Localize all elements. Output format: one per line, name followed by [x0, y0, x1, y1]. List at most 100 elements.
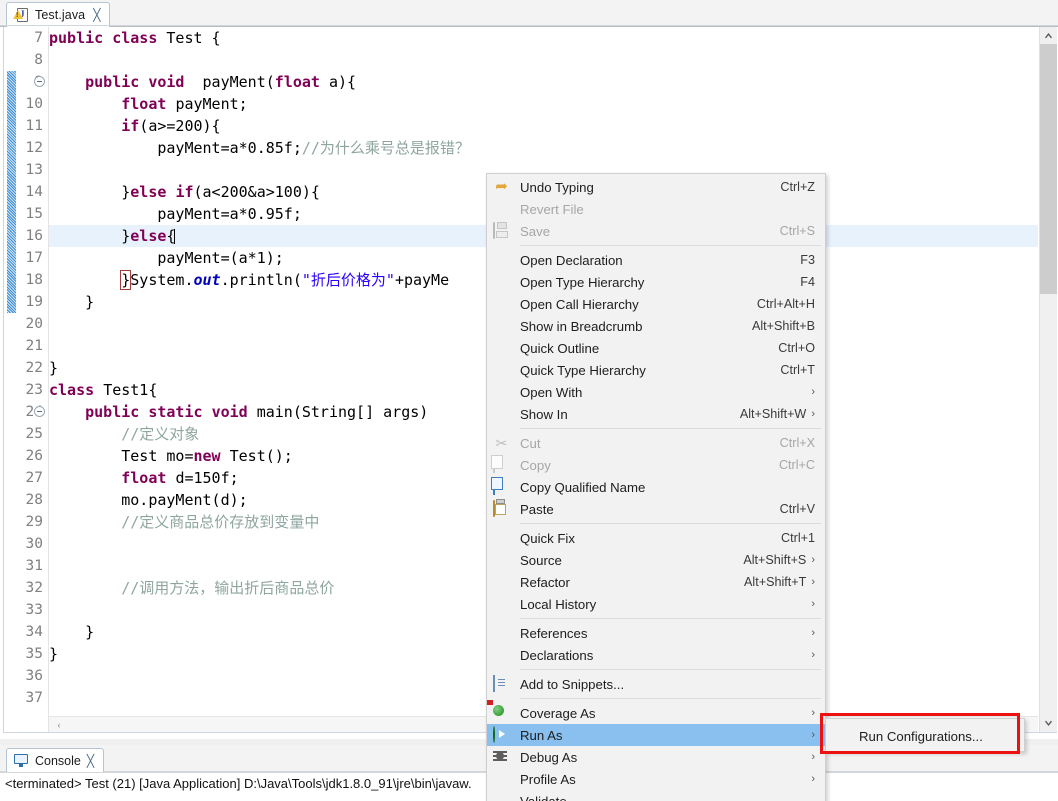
menu-item-label: Open Type Hierarchy [520, 274, 645, 290]
line-number: 23 [25, 382, 43, 398]
editor-vertical-scrollbar[interactable] [1039, 27, 1057, 732]
menu-item-copy-qualified-name[interactable]: Copy Qualified Name [487, 476, 825, 498]
menu-item-revert-file[interactable]: Revert File [487, 198, 825, 220]
menu-item-label: Show In [520, 406, 568, 422]
scroll-down-icon[interactable] [1040, 715, 1057, 732]
menu-item-open-with[interactable]: Open With › [487, 381, 825, 403]
menu-item-label: Cut [520, 435, 541, 451]
menu-item-show-in[interactable]: Show In Alt+Shift+W › [487, 403, 825, 425]
menu-item-profile-as[interactable]: Profile As › [487, 768, 825, 790]
line-number: 35 [25, 646, 43, 662]
chevron-right-icon: › [811, 554, 815, 566]
line-number: 21 [25, 338, 43, 354]
close-icon[interactable]: ╳ [87, 754, 94, 768]
code-token: public [49, 29, 113, 47]
menu-item-label: References [520, 625, 588, 641]
menu-item-references[interactable]: References › [487, 622, 825, 644]
menu-item-accelerator: Alt+Shift+W [739, 407, 807, 421]
chevron-right-icon: › [811, 707, 815, 719]
menu-item-source[interactable]: Source Alt+Shift+S › [487, 549, 825, 571]
code-token: if [175, 183, 194, 201]
copy-icon [493, 456, 495, 473]
code-line[interactable]: public class Test { [49, 27, 1038, 49]
menu-item-copy[interactable]: Copy Ctrl+C [487, 454, 825, 476]
code-token: new [193, 447, 230, 465]
menu-item-show-in-breadcrumb[interactable]: Show in Breadcrumb Alt+Shift+B [487, 315, 825, 337]
change-bar [7, 71, 16, 313]
menu-item-declarations[interactable]: Declarations › [487, 644, 825, 666]
menu-item-label: Open Declaration [520, 252, 623, 268]
code-token: //调用方法，输出折后商品总价 [121, 579, 335, 597]
menu-item-undo-typing[interactable]: ➦ Undo Typing Ctrl+Z [487, 176, 825, 198]
vertical-scroll-thumb[interactable] [1040, 44, 1057, 294]
code-token: mo.payMent(d); [49, 491, 248, 509]
menu-item-run-as[interactable]: Run As › [487, 724, 825, 746]
menu-item-validate[interactable]: Validate [487, 790, 825, 801]
menu-item-label: Quick Outline [520, 340, 600, 356]
code-token: public [85, 403, 149, 421]
snippets-icon [493, 675, 510, 692]
vertical-scroll-track[interactable] [1040, 294, 1057, 715]
chevron-right-icon: › [811, 751, 815, 763]
menu-item-local-history[interactable]: Local History › [487, 593, 825, 615]
menu-item-save[interactable]: Save Ctrl+S [487, 220, 825, 242]
menu-item-quick-outline[interactable]: Quick Outline Ctrl+O [487, 337, 825, 359]
chevron-right-icon: › [811, 386, 815, 398]
code-line[interactable]: public void payMent(float a){ [49, 71, 1038, 93]
line-number: 7 [34, 30, 43, 46]
console-tab[interactable]: Console ╳ [6, 748, 105, 772]
menu-item-accelerator: Alt+Shift+S [743, 553, 807, 567]
scroll-left-icon[interactable]: ‹ [51, 717, 67, 732]
code-token: } [120, 270, 132, 290]
menu-item-cut[interactable]: ✂ Cut Ctrl+X [487, 432, 825, 454]
close-icon[interactable]: ╳ [93, 9, 100, 21]
code-token: } [49, 645, 59, 663]
code-line[interactable] [49, 49, 1038, 71]
editor-context-menu[interactable]: ➦ Undo Typing Ctrl+Z Revert File Save Ctrl+S O… [486, 173, 826, 801]
fold-toggle-icon[interactable] [34, 76, 45, 87]
editor-gutter[interactable]: 7891011121314151617181920212223242526272… [4, 27, 48, 732]
menu-item-quick-type-hierarchy[interactable]: Quick Type Hierarchy Ctrl+T [487, 359, 825, 381]
code-line[interactable]: payMent=a*0.85f;//为什么乘号总是报错？ [49, 137, 1038, 159]
menu-item-label: Profile As [520, 771, 576, 787]
code-token: .println( [220, 271, 302, 289]
undo-icon: ➦ [493, 179, 510, 195]
menu-item-debug-as[interactable]: Debug As › [487, 746, 825, 768]
menu-item-accelerator: Ctrl+1 [781, 531, 815, 545]
code-token: float [121, 95, 176, 113]
line-number: 22 [25, 360, 43, 376]
code-line[interactable]: if(a>=200){ [49, 115, 1038, 137]
scroll-up-icon[interactable] [1040, 27, 1057, 44]
menu-item-accelerator: Ctrl+O [778, 341, 815, 355]
code-token: else [130, 183, 176, 201]
editor-tab-label: Test.java [35, 8, 86, 22]
line-number: 32 [25, 580, 43, 596]
menu-item-coverage-as[interactable]: Coverage As › [487, 702, 825, 724]
menu-item-accelerator: Ctrl+T [780, 363, 815, 377]
menu-item-add-to-snippets[interactable]: Add to Snippets... [487, 673, 825, 695]
copy-qualified-icon [493, 478, 495, 495]
menu-item-open-declaration[interactable]: Open Declaration F3 [487, 249, 825, 271]
menu-item-accelerator: Alt+Shift+T [744, 575, 807, 589]
code-line[interactable]: float payMent; [49, 93, 1038, 115]
menu-item-refactor[interactable]: Refactor Alt+Shift+T › [487, 571, 825, 593]
menu-item-quick-fix[interactable]: Quick Fix Ctrl+1 [487, 527, 825, 549]
menu-item-open-type-hierarchy[interactable]: Open Type Hierarchy F4 [487, 271, 825, 293]
menu-item-accelerator: Alt+Shift+B [751, 319, 815, 333]
menu-item-open-call-hierarchy[interactable]: Open Call Hierarchy Ctrl+Alt+H [487, 293, 825, 315]
code-token: Test { [166, 29, 221, 47]
menu-item-label: Refactor [520, 574, 570, 590]
chevron-right-icon: › [811, 598, 815, 610]
code-token: } [49, 293, 95, 311]
editor-tab-test-java[interactable]: Test.java ╳ [6, 2, 111, 27]
code-token: payMent( [193, 73, 275, 91]
menu-item-run-configurations[interactable]: Run Configurations... [826, 725, 1024, 747]
menu-item-label: Source [520, 552, 562, 568]
text-caret [174, 229, 176, 244]
run-as-submenu[interactable]: Run Configurations... [825, 718, 1025, 752]
menu-item-paste[interactable]: Paste Ctrl+V [487, 498, 825, 520]
fold-toggle-icon[interactable] [34, 406, 45, 417]
